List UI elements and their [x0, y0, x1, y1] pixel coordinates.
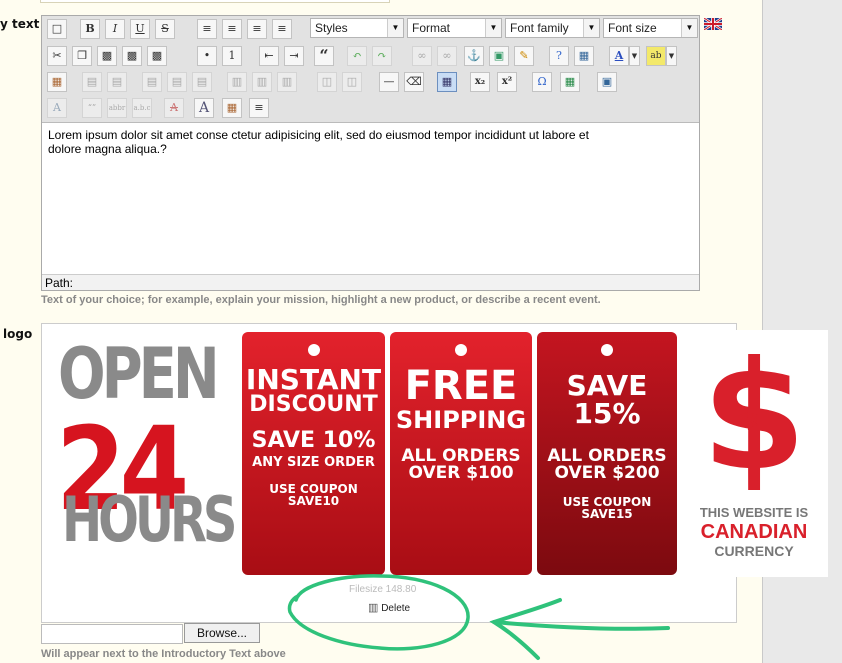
annotation-circle [287, 574, 470, 651]
logo-hint: Will appear next to the Introductory Tex… [41, 648, 286, 660]
annotation-arrow-shaft [492, 620, 670, 631]
annotation-overlay [287, 574, 670, 660]
browse-button[interactable]: Browse... [184, 623, 260, 643]
logo-file-input[interactable] [41, 624, 183, 644]
annotation-arrow-head [489, 598, 562, 660]
